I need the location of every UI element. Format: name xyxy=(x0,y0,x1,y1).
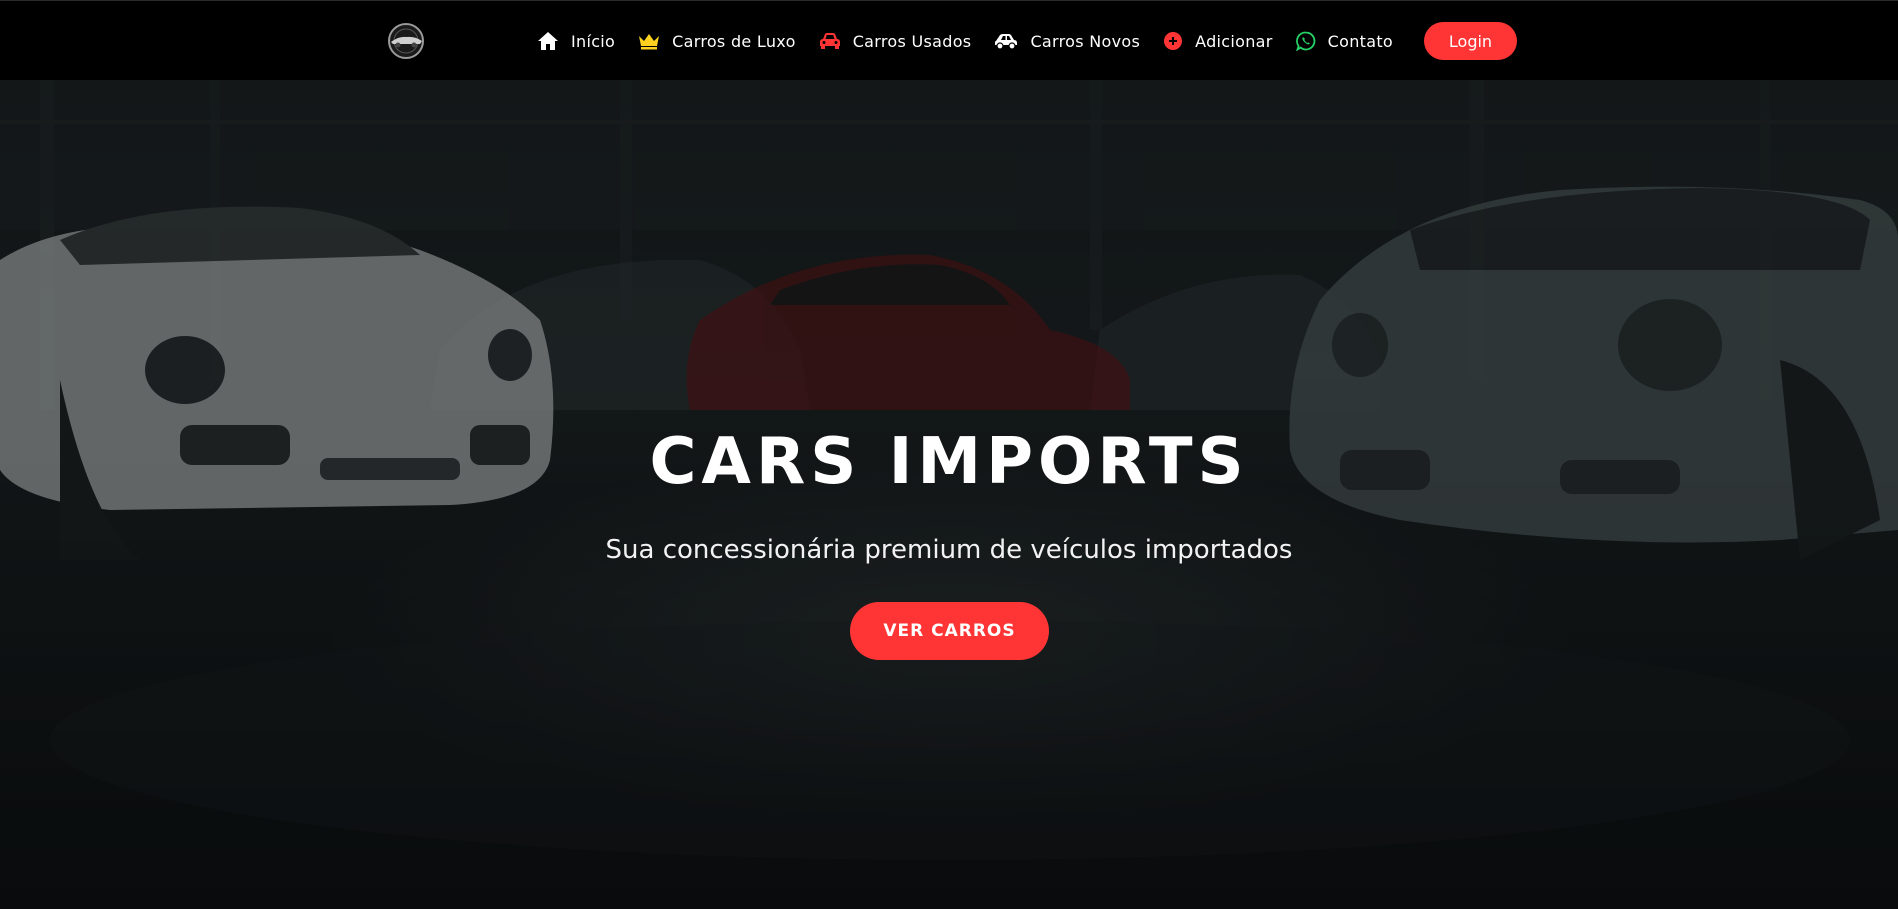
hero-title: CARS IMPORTS xyxy=(649,425,1249,499)
hero-section: CARS IMPORTS Sua concessionária premium … xyxy=(0,80,1898,909)
car-icon xyxy=(819,32,841,50)
nav-item-label: Carros de Luxo xyxy=(672,31,796,51)
nav-item-carros-novos[interactable]: Carros Novos xyxy=(994,32,1140,51)
nav-item-label: Início xyxy=(571,31,616,51)
nav-item-label: Carros Usados xyxy=(852,31,972,51)
nav-item-label: Adicionar xyxy=(1195,31,1273,51)
nav-item-contato[interactable]: Contato xyxy=(1295,31,1393,51)
nav-links: Início Carros de Luxo Carros Usados Carr… xyxy=(537,1,1393,81)
crown-icon xyxy=(638,32,660,50)
logo-icon[interactable] xyxy=(385,21,427,61)
home-icon xyxy=(537,31,559,51)
plus-circle-icon xyxy=(1163,31,1183,51)
navbar: Início Carros de Luxo Carros Usados Carr… xyxy=(0,0,1898,80)
login-button[interactable]: Login xyxy=(1424,22,1517,60)
nav-item-label: Carros Novos xyxy=(1030,31,1141,51)
nav-item-inicio[interactable]: Início xyxy=(537,31,615,51)
hero-subtitle: Sua concessionária premium de veículos i… xyxy=(605,535,1293,565)
whatsapp-icon xyxy=(1295,31,1316,51)
nav-item-carros-usados[interactable]: Carros Usados xyxy=(819,32,972,51)
nav-item-adicionar[interactable]: Adicionar xyxy=(1163,31,1273,51)
nav-item-label: Contato xyxy=(1327,31,1393,51)
car-side-icon xyxy=(994,32,1018,50)
ver-carros-button[interactable]: VER CARROS xyxy=(850,602,1049,660)
nav-item-carros-de-luxo[interactable]: Carros de Luxo xyxy=(638,32,796,51)
